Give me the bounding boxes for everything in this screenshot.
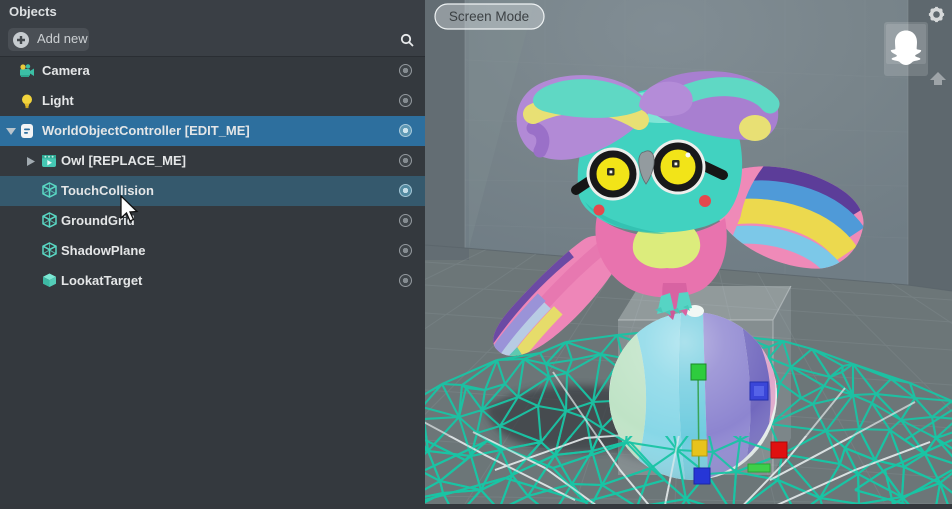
svg-text:Screen Mode: Screen Mode: [449, 9, 529, 24]
